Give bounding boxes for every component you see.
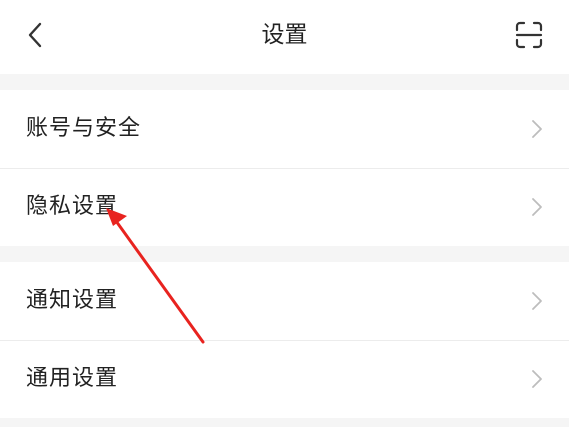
scan-icon [515, 21, 543, 49]
scan-button[interactable] [512, 18, 546, 52]
page-title: 设置 [261, 22, 308, 48]
chevron-right-icon [532, 292, 542, 310]
settings-item-label: 通用设置 [26, 366, 119, 391]
settings-item-notifications[interactable]: 通知设置 [0, 262, 569, 340]
settings-item-label: 隐私设置 [26, 194, 119, 219]
settings-item-account-security[interactable]: 账号与安全 [0, 90, 569, 168]
chevron-right-icon [532, 120, 542, 138]
settings-group-account: 账号与安全 隐私设置 [0, 90, 569, 246]
settings-item-label: 通知设置 [26, 288, 119, 313]
settings-group-general: 通知设置 通用设置 [0, 262, 569, 418]
chevron-right-icon [532, 370, 542, 388]
settings-item-label: 账号与安全 [26, 116, 142, 141]
settings-item-privacy[interactable]: 隐私设置 [0, 168, 569, 246]
settings-item-general[interactable]: 通用设置 [0, 340, 569, 418]
top-bar: 设置 [0, 0, 569, 74]
chevron-right-icon [532, 198, 542, 216]
